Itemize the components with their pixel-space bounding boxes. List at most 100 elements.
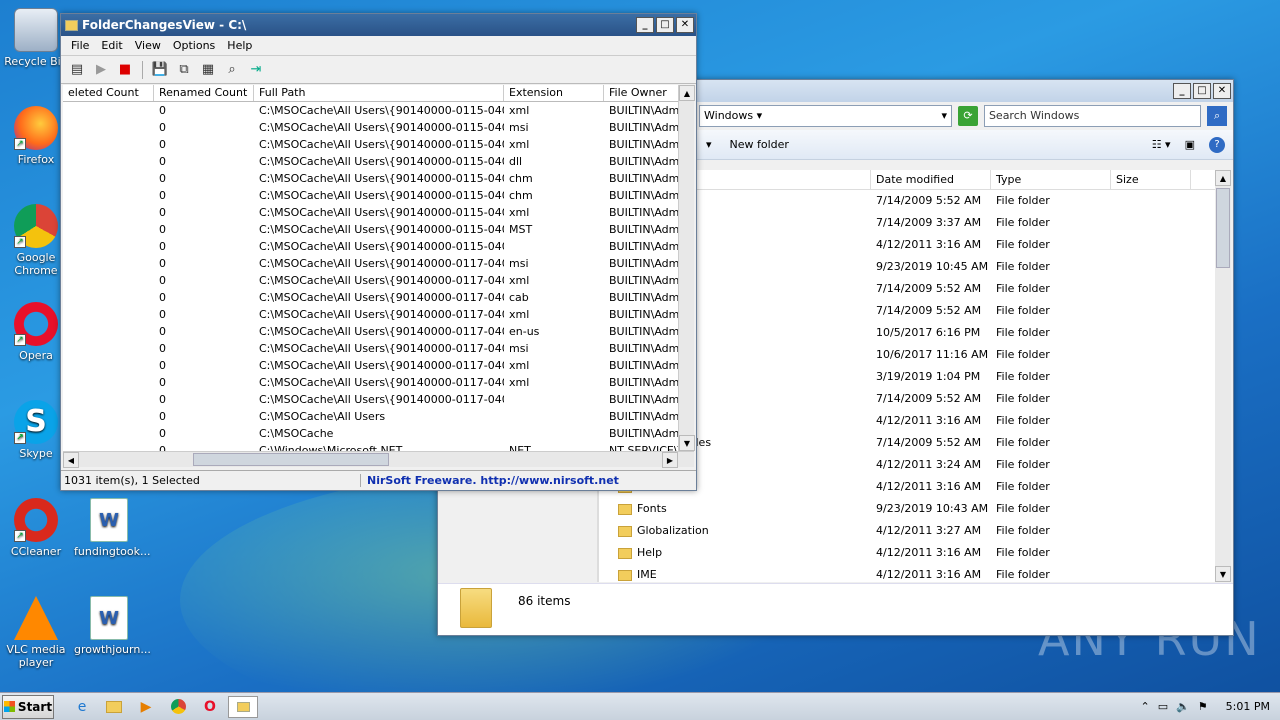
- chrome-taskbar-icon[interactable]: [164, 696, 192, 718]
- column-type-header[interactable]: Type: [991, 170, 1111, 189]
- find-icon[interactable]: ⌕: [222, 60, 242, 80]
- help-icon[interactable]: ?: [1209, 136, 1225, 153]
- stop-icon[interactable]: ■: [115, 60, 135, 80]
- table-row[interactable]: 0 C:\MSOCache\All Users\{90140000-0117-04…: [63, 374, 680, 391]
- menu-options[interactable]: Options: [167, 39, 221, 52]
- cell-file-owner: BUILTIN\Admin: [609, 189, 680, 202]
- dropdown-arrow-icon[interactable]: ▾: [706, 138, 712, 151]
- new-folder-button[interactable]: New folder: [730, 138, 789, 151]
- start-button[interactable]: Start: [2, 694, 54, 719]
- minimize-button[interactable]: _: [636, 17, 654, 33]
- fcv-titlebar[interactable]: FolderChangesView - C:\ _ □ ✕: [61, 14, 696, 36]
- copy-icon[interactable]: ⧉: [174, 60, 194, 80]
- volume-icon[interactable]: 🔈: [1176, 700, 1190, 713]
- table-row[interactable]: 0 C:\MSOCache\All Users\{90140000-0115-04…: [63, 119, 680, 136]
- table-row[interactable]: 0 C:\MSOCache\All Users\{90140000-0117-04…: [63, 289, 680, 306]
- column-renamed-count-header[interactable]: Renamed Count: [154, 85, 254, 101]
- explorer-taskbar-icon[interactable]: [100, 696, 128, 718]
- exit-icon[interactable]: ⇥: [246, 60, 266, 80]
- menu-view[interactable]: View: [129, 39, 167, 52]
- search-input[interactable]: Search Windows: [983, 105, 1202, 127]
- folderchangesview-taskbar-icon[interactable]: [228, 695, 258, 718]
- cell-renamed-count: 0: [159, 155, 166, 168]
- column-full-path-header[interactable]: Full Path: [254, 85, 504, 101]
- menu-file[interactable]: File: [65, 39, 95, 52]
- save-icon[interactable]: 💾: [150, 60, 170, 80]
- fcv-horizontal-scrollbar[interactable]: ◀ ▶: [63, 451, 694, 468]
- column-file-owner-header[interactable]: File Owner: [604, 85, 680, 101]
- fcv-vertical-scrollbar[interactable]: ▲ ▼: [678, 85, 695, 451]
- opera-taskbar-icon[interactable]: O: [196, 696, 224, 718]
- desktop-icon-vlc[interactable]: VLC media player: [1, 596, 71, 669]
- desktop-icon-growthjourn[interactable]: W growthjourn...: [74, 596, 151, 656]
- column-deleted-count-header[interactable]: eleted Count: [63, 85, 154, 101]
- search-icon[interactable]: ⌕: [1207, 106, 1228, 126]
- scroll-right-arrow[interactable]: ▶: [662, 452, 678, 468]
- list-item[interactable]: IME 4/12/2011 3:16 AM File folder: [598, 564, 1218, 582]
- scroll-down-arrow[interactable]: ▼: [1215, 566, 1231, 582]
- table-row[interactable]: 0 C:\MSOCache\All Users\{90140000-0117-04…: [63, 323, 680, 340]
- table-row[interactable]: 0 C:\MSOCache\All Users\{90140000-0117-04…: [63, 255, 680, 272]
- options-icon[interactable]: ▤: [67, 60, 87, 80]
- item-type: File folder: [996, 392, 1050, 405]
- table-row[interactable]: 0 C:\MSOCache\All Users\{90140000-0115-04…: [63, 136, 680, 153]
- close-button[interactable]: ✕: [1213, 83, 1231, 99]
- table-row[interactable]: 0 C:\MSOCache\All Users\{90140000-0115-04…: [63, 204, 680, 221]
- table-row[interactable]: 0 C:\Windows\Microsoft.NET NET NT SERVICE\T: [63, 442, 680, 451]
- breadcrumb[interactable]: Windows ▾ ▾: [699, 105, 953, 127]
- refresh-icon[interactable]: ⟳: [958, 106, 978, 126]
- list-item[interactable]: Fonts 9/23/2019 10:43 AM File folder: [598, 498, 1218, 520]
- table-row[interactable]: 0 C:\MSOCache\All Users\{90140000-0115-04…: [63, 170, 680, 187]
- cell-renamed-count: 0: [159, 342, 166, 355]
- cell-file-owner: BUILTIN\Admin: [609, 257, 680, 270]
- desktop-icon-ccleaner[interactable]: ↗ CCleaner: [1, 498, 71, 558]
- table-row[interactable]: 0 C:\MSOCache\All Users\{90140000-0115-04…: [63, 102, 680, 119]
- table-row[interactable]: 0 C:\MSOCache\All Users\{90140000-0117-04…: [63, 357, 680, 374]
- desktop-icon-fundingtook[interactable]: W fundingtook...: [74, 498, 150, 558]
- minimize-button[interactable]: _: [1173, 83, 1191, 99]
- column-extension-header[interactable]: Extension: [504, 85, 604, 101]
- nirsoft-link[interactable]: NirSoft Freeware. http://www.nirsoft.net: [361, 474, 619, 487]
- column-size-header[interactable]: Size: [1111, 170, 1191, 189]
- table-row[interactable]: 0 C:\MSOCache\All Users\{90140000-0117-04…: [63, 340, 680, 357]
- table-row[interactable]: 0 C:\MSOCache\All Users\{90140000-0115-04…: [63, 153, 680, 170]
- maximize-button[interactable]: □: [656, 17, 674, 33]
- scroll-thumb[interactable]: [1216, 188, 1230, 268]
- table-row[interactable]: 0 C:\MSOCache\All Users\{90140000-0115-04…: [63, 187, 680, 204]
- scroll-up-arrow[interactable]: ▲: [1215, 170, 1231, 186]
- scroll-up-arrow[interactable]: ▲: [679, 85, 695, 101]
- menu-help[interactable]: Help: [221, 39, 258, 52]
- show-hidden-icons-icon[interactable]: ⌃: [1140, 700, 1149, 713]
- scroll-thumb[interactable]: [193, 453, 389, 466]
- table-row[interactable]: 0 C:\MSOCache BUILTIN\Admin: [63, 425, 680, 442]
- clock[interactable]: 5:01 PM: [1226, 700, 1270, 713]
- table-row[interactable]: 0 C:\MSOCache\All Users\{90140000-0115-04…: [63, 221, 680, 238]
- network-icon[interactable]: ▭: [1158, 700, 1168, 713]
- list-item[interactable]: Globalization 4/12/2011 3:27 AM File folde…: [598, 520, 1218, 542]
- column-date-modified-header[interactable]: Date modified: [871, 170, 991, 189]
- table-row[interactable]: 0 C:\MSOCache\All Users\{90140000-0117-04…: [63, 272, 680, 289]
- table-row[interactable]: 0 C:\MSOCache\All Users\{90140000-0117-04…: [63, 391, 680, 408]
- folder-icon: [618, 525, 632, 537]
- properties-icon[interactable]: ▦: [198, 60, 218, 80]
- scroll-down-arrow[interactable]: ▼: [679, 435, 695, 451]
- cell-deleted-count: [63, 187, 154, 204]
- action-center-flag-icon[interactable]: ⚑: [1198, 700, 1208, 713]
- close-button[interactable]: ✕: [676, 17, 694, 33]
- cell-deleted-count: [63, 391, 154, 408]
- internet-explorer-icon[interactable]: e: [68, 696, 96, 718]
- table-row[interactable]: 0 C:\MSOCache\All Users\{90140000-0115-04…: [63, 238, 680, 255]
- maximize-button[interactable]: □: [1193, 83, 1211, 99]
- explorer-vertical-scrollbar[interactable]: ▲ ▼: [1215, 170, 1231, 582]
- table-row[interactable]: 0 C:\MSOCache\All Users\{90140000-0117-04…: [63, 306, 680, 323]
- vlc-icon: [14, 596, 58, 640]
- desktop-icon-label: growthjourn...: [74, 643, 151, 656]
- play-icon[interactable]: ▶: [91, 60, 111, 80]
- media-player-icon[interactable]: ▶: [132, 696, 160, 718]
- menu-edit[interactable]: Edit: [95, 39, 128, 52]
- table-row[interactable]: 0 C:\MSOCache\All Users BUILTIN\Admin: [63, 408, 680, 425]
- scroll-left-arrow[interactable]: ◀: [63, 452, 79, 468]
- list-item[interactable]: Help 4/12/2011 3:16 AM File folder: [598, 542, 1218, 564]
- preview-pane-icon[interactable]: ▣: [1185, 138, 1195, 151]
- view-options-icon[interactable]: ☷ ▾: [1152, 138, 1171, 151]
